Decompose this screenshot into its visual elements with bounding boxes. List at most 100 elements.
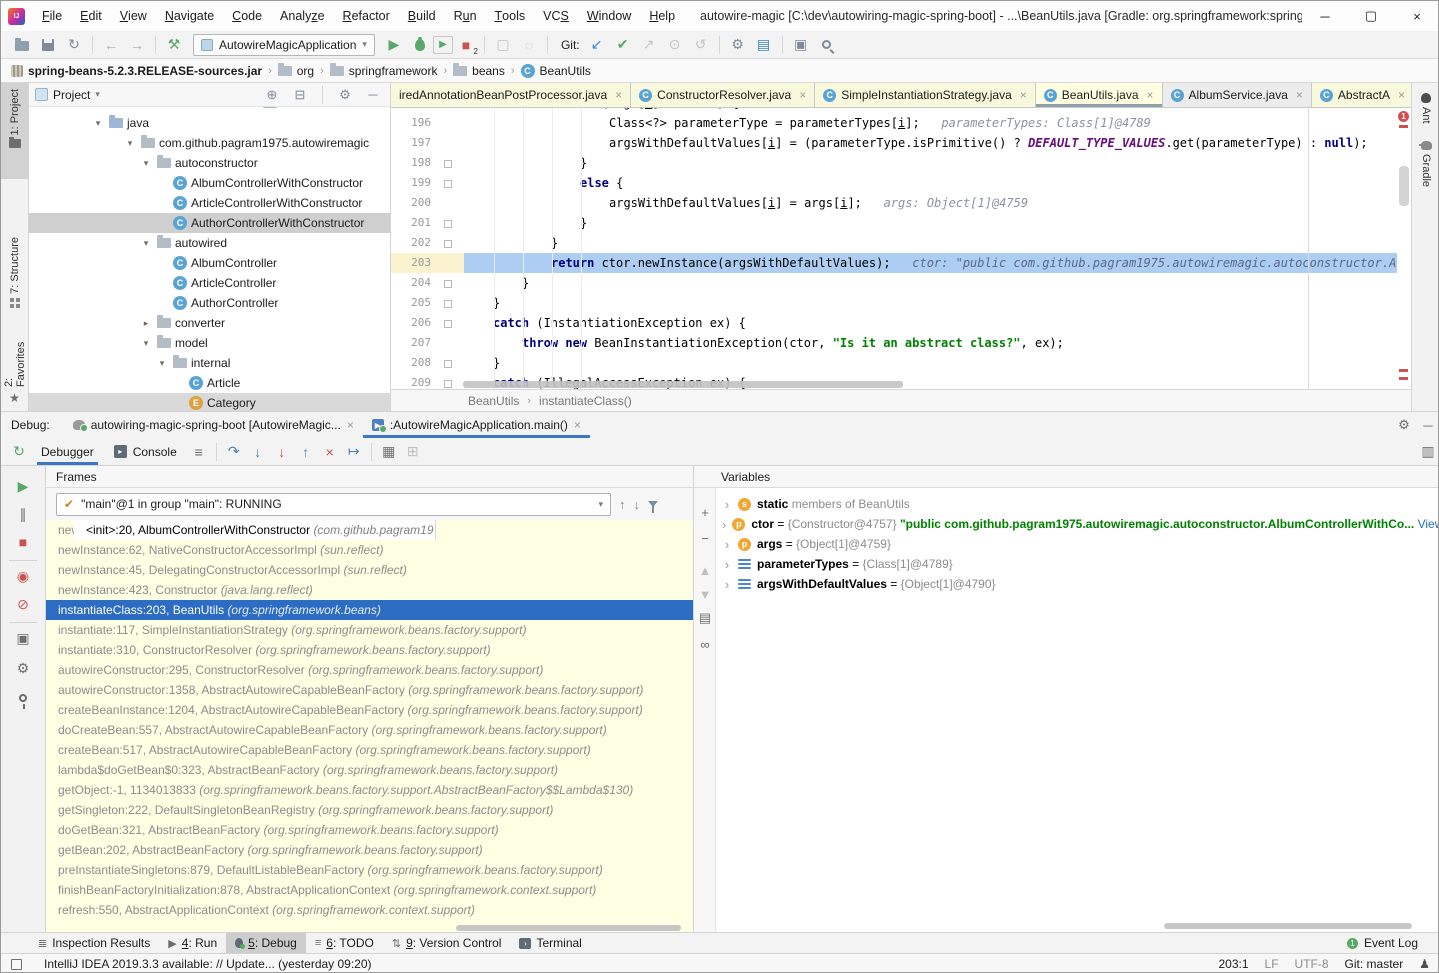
menu-item-edit[interactable]: Edit (71, 1, 111, 31)
remove-watch-icon[interactable]: − (693, 528, 717, 548)
sidebar-item-favorites[interactable]: 2: Favorites ★ (1, 327, 28, 411)
frame-row[interactable]: getObject:-1, 1134013833 (org.springfram… (46, 780, 693, 800)
drop-frame-icon[interactable]: × (318, 440, 342, 464)
chevron-open-icon[interactable]: ▾ (123, 138, 137, 149)
chevron-right-icon[interactable]: › (722, 557, 732, 572)
variables-hscrollbar[interactable] (1164, 923, 1412, 929)
hide-library-frames-icon[interactable] (648, 501, 658, 507)
chevron-open-icon[interactable]: ▾ (139, 338, 153, 349)
toolwindow-button-terminal[interactable]: ›Terminal (510, 933, 590, 953)
maximize-button[interactable]: ▢ (1348, 1, 1394, 31)
menu-item-analyze[interactable]: Analyze (271, 1, 333, 31)
error-mark[interactable] (1399, 369, 1408, 372)
back-icon[interactable]: ← (98, 33, 124, 57)
close-tab-icon[interactable]: × (1296, 88, 1303, 102)
menu-item-navigate[interactable]: Navigate (156, 1, 223, 31)
breadcrumb-item[interactable]: spring-beans-5.2.3.RELEASE-sources.jar (11, 64, 262, 78)
git-update-icon[interactable]: ↙ (584, 33, 610, 57)
close-tab-icon[interactable]: × (615, 88, 622, 102)
minimize-button[interactable]: ─ (1302, 1, 1348, 31)
pin-icon[interactable] (11, 686, 35, 710)
add-watch-icon[interactable]: + (693, 502, 717, 522)
thread-dump-icon[interactable]: ▣ (11, 626, 35, 650)
view-breakpoints-icon[interactable]: ◉ (11, 564, 35, 588)
fold-marker[interactable] (439, 353, 455, 373)
hide-panel-icon[interactable]: ─ (1416, 418, 1439, 433)
git-rollback-icon[interactable]: ↺ (688, 33, 714, 57)
tree-item[interactable]: CAuthorController (29, 293, 390, 313)
error-count-badge[interactable]: 1 (1398, 111, 1409, 122)
tree-item[interactable]: CArticleController (29, 273, 390, 293)
breadcrumb-method[interactable]: instantiateClass() (539, 394, 632, 408)
hector-icon[interactable]: ♟ (1419, 957, 1430, 971)
menu-item-build[interactable]: Build (399, 1, 445, 31)
frame-row[interactable]: newInstance:45, DelegatingConstructorAcc… (46, 560, 693, 580)
editor-tab[interactable]: CAbstractA× (1312, 83, 1411, 107)
profiler-icon[interactable]: ▢ (490, 33, 516, 57)
frame-row[interactable]: createBeanInstance:1204, AbstractAutowir… (46, 700, 693, 720)
toolwindow-button-todo[interactable]: ≡6: TODO (306, 933, 383, 953)
breadcrumb-item[interactable]: CBeanUtils (521, 64, 591, 78)
run-to-cursor-icon[interactable]: ↦ (342, 440, 366, 464)
coverage-icon[interactable]: ▶ (433, 36, 453, 54)
tree-item[interactable]: CAlbumController (29, 253, 390, 273)
close-tab-icon[interactable]: × (1398, 88, 1405, 102)
pause-icon[interactable]: ∥ (11, 502, 35, 526)
close-icon[interactable]: × (574, 418, 581, 432)
step-into-icon[interactable]: ↓ (246, 440, 270, 464)
code-line[interactable]: 201} (391, 213, 1411, 233)
tree-item[interactable]: ▾autoconstructor (29, 153, 390, 173)
gear-icon[interactable]: ⚙ (1392, 417, 1416, 433)
tree-item[interactable]: ▾java (29, 113, 390, 133)
code-line[interactable]: 205} (391, 293, 1411, 313)
evaluate-watches-icon[interactable]: ∞ (693, 634, 717, 654)
frame-row[interactable]: newInstance:62, NativeConstructorAccesso… (46, 540, 693, 560)
tree-item[interactable]: ECategory (29, 393, 390, 411)
code-line[interactable]: 196Class<?> parameterType = parameterTyp… (391, 113, 1411, 133)
debug-settings-gear-icon[interactable]: ⚙ (11, 656, 35, 680)
frame-row[interactable]: createBean:517, AbstractAutowireCapableB… (46, 740, 693, 760)
restore-layout-icon[interactable]: ▥ (1416, 440, 1439, 464)
frame-row[interactable]: autowireConstructor:295, ConstructorReso… (46, 660, 693, 680)
frame-row[interactable]: doCreateBean:557, AbstractAutowireCapabl… (46, 720, 693, 740)
toolwindow-button-run[interactable]: ▶4: Run (159, 933, 226, 953)
frame-row[interactable]: lambda$doGetBean$0:323, AbstractBeanFact… (46, 760, 693, 780)
sync-icon[interactable]: ↻ (61, 33, 87, 57)
build-hammer-icon[interactable]: ⚒ (161, 33, 187, 57)
menu-item-window[interactable]: Window (578, 1, 640, 31)
menu-item-file[interactable]: File (33, 1, 71, 31)
copy-stack-icon[interactable]: ▤ (693, 608, 717, 628)
chevron-right-icon[interactable]: › (722, 577, 732, 592)
fold-marker[interactable] (439, 213, 455, 233)
fold-marker[interactable] (439, 313, 455, 333)
menu-item-run[interactable]: Run (445, 1, 486, 31)
line-separator[interactable]: LF (1265, 957, 1279, 971)
breadcrumb-item[interactable]: beans (453, 64, 505, 78)
code-line[interactable]: 204} (391, 273, 1411, 293)
move-down-icon[interactable]: ▼ (693, 584, 717, 604)
code-line[interactable]: 200argsWithDefaultValues[i] = args[i]; a… (391, 193, 1411, 213)
breadcrumb-item[interactable]: org (278, 64, 314, 78)
code-line[interactable]: 202} (391, 233, 1411, 253)
code-line[interactable]: 203return ctor.newInstance(argsWithDefau… (391, 253, 1411, 273)
error-mark[interactable] (1399, 125, 1408, 128)
fold-marker[interactable] (439, 153, 455, 173)
frame-row[interactable]: <init>:20, AlbumControllerWithConstructo… (74, 520, 436, 540)
fold-marker[interactable] (439, 173, 455, 193)
menu-item-view[interactable]: View (111, 1, 156, 31)
frame-row[interactable]: getSingleton:222, DefaultSingletonBeanRe… (46, 800, 693, 820)
chevron-open-icon[interactable]: ▾ (155, 358, 169, 369)
git-history-icon[interactable]: ⊙ (662, 33, 688, 57)
menu-item-tools[interactable]: Tools (486, 1, 535, 31)
frame-row[interactable]: preInstantiateSingletons:879, DefaultLis… (46, 860, 693, 880)
resume-icon[interactable]: ▶ (11, 474, 35, 498)
debug-session-tab-main[interactable]: ▶ :AutowireMagicApplication.main() × (363, 412, 590, 438)
run-configuration-select[interactable]: AutowireMagicApplication ▾ (193, 34, 375, 56)
file-encoding[interactable]: UTF-8 (1295, 957, 1329, 971)
sidebar-item-structure[interactable]: 7: Structure (1, 231, 28, 323)
code-line[interactable]: 197argsWithDefaultValues[i] = (parameter… (391, 133, 1411, 153)
frames-hscrollbar[interactable] (456, 925, 681, 931)
variable-row[interactable]: ›pargs = {Object[1]@4759} (716, 534, 1439, 554)
fold-marker[interactable] (439, 373, 455, 389)
tree-item[interactable]: CArticle (29, 373, 390, 393)
